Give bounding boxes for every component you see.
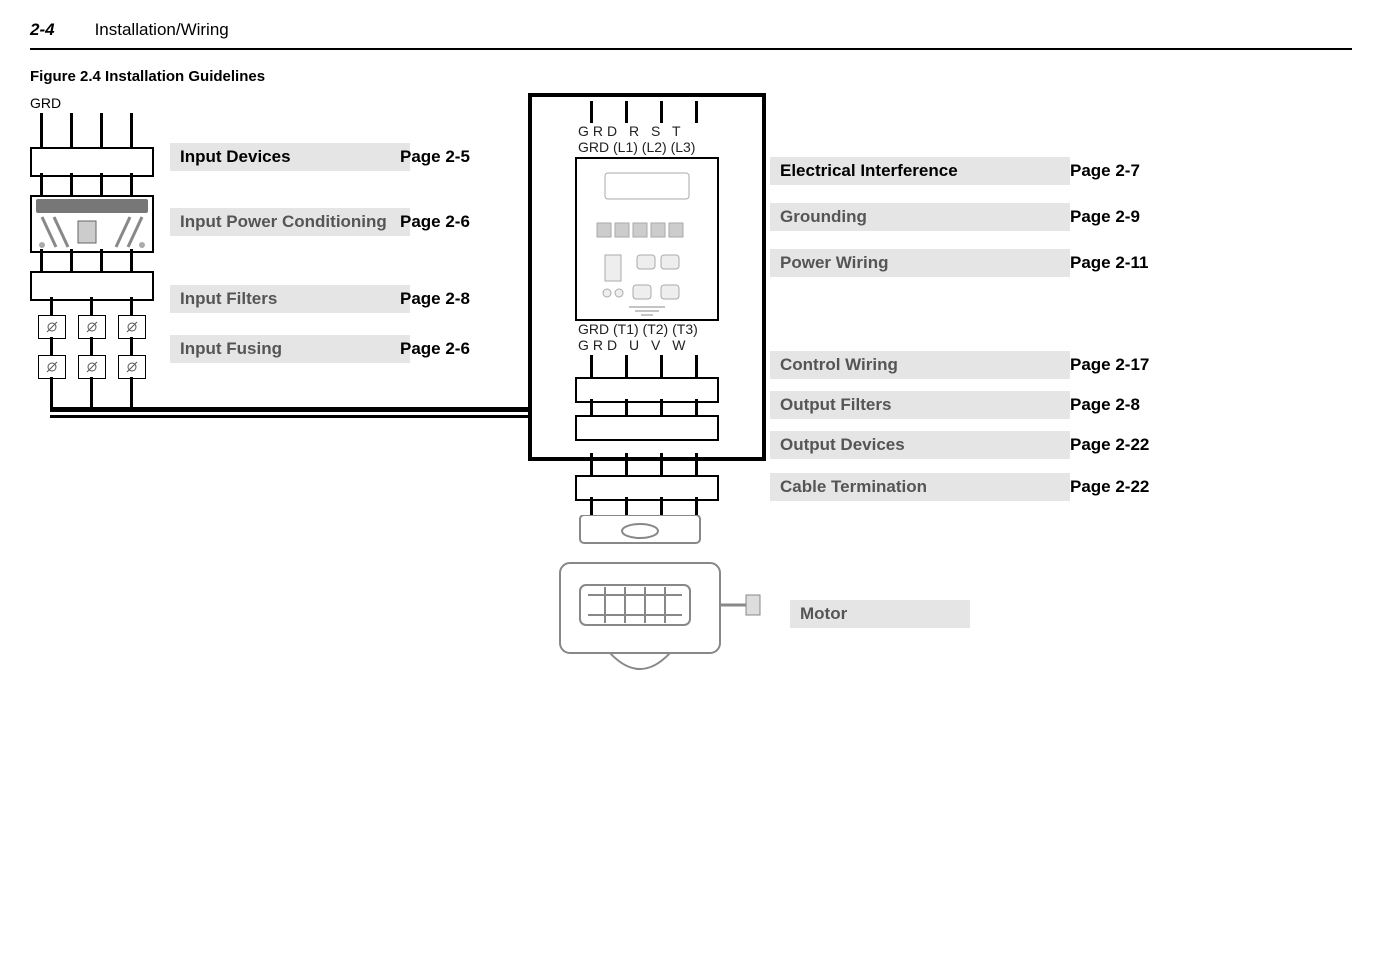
callout-input-devices: Input Devices: [170, 143, 410, 171]
callout-output-devices: Output Devices: [770, 431, 1070, 459]
stage-output-filters-icon: [575, 415, 719, 441]
callout-output-filters: Output Filters: [770, 391, 1070, 419]
fuse-icon: [78, 355, 106, 379]
callout-emi: Electrical Interference: [770, 157, 1070, 185]
grd-label: GRD: [30, 95, 61, 111]
page-output-filters: Page 2-8: [1070, 395, 1140, 415]
page-header: 2-4 Installation/Wiring: [0, 0, 1382, 48]
page-input-devices: Page 2-5: [400, 147, 470, 167]
drive-top-terms2: GRD (L1) (L2) (L3): [578, 139, 695, 155]
callout-power-conditioning: Input Power Conditioning: [170, 208, 410, 236]
figure-title: Figure 2.4 Installation Guidelines: [0, 50, 1382, 95]
callout-motor: Motor: [790, 600, 970, 628]
page-output-devices: Page 2-22: [1070, 435, 1149, 455]
fuse-icon: [38, 315, 66, 339]
page-input-filters: Page 2-8: [400, 289, 470, 309]
callout-grounding: Grounding: [770, 203, 1070, 231]
fuse-icon: [118, 355, 146, 379]
page-power-wiring: Page 2-11: [1070, 253, 1148, 273]
page-power-conditioning: Page 2-6: [400, 212, 470, 232]
drive-top-terms: GRD R S T: [578, 123, 685, 139]
fuse-icon: [78, 315, 106, 339]
callout-input-fusing: Input Fusing: [170, 335, 410, 363]
stage-power-conditioning-icon: [30, 195, 154, 253]
page-emi: Page 2-7: [1070, 161, 1140, 181]
page-control-wiring: Page 2-17: [1070, 355, 1149, 375]
drive-bot-terms: GRD (T1) (T2) (T3): [578, 321, 698, 337]
fuse-icon: [118, 315, 146, 339]
motor-icon: [550, 515, 770, 685]
callout-cable-termination: Cable Termination: [770, 473, 1070, 501]
page-cable-termination: Page 2-22: [1070, 477, 1149, 497]
drive-front-icon: [577, 159, 717, 319]
installation-diagram: GRD Input Devices Page 2-5 Input Power C…: [30, 95, 1352, 795]
page-number: 2-4: [30, 20, 55, 40]
drive-icon: [575, 157, 719, 321]
stage-input-devices-icon: [30, 147, 154, 177]
callout-power-wiring: Power Wiring: [770, 249, 1070, 277]
fuse-icon: [38, 355, 66, 379]
page-input-fusing: Page 2-6: [400, 339, 470, 359]
page-grounding: Page 2-9: [1070, 207, 1140, 227]
drive-bot-terms2: GRD U V W: [578, 337, 689, 353]
callout-control-wiring: Control Wiring: [770, 351, 1070, 379]
transformer-icon: [36, 199, 148, 249]
callout-input-filters: Input Filters: [170, 285, 410, 313]
section-title: Installation/Wiring: [95, 20, 229, 40]
